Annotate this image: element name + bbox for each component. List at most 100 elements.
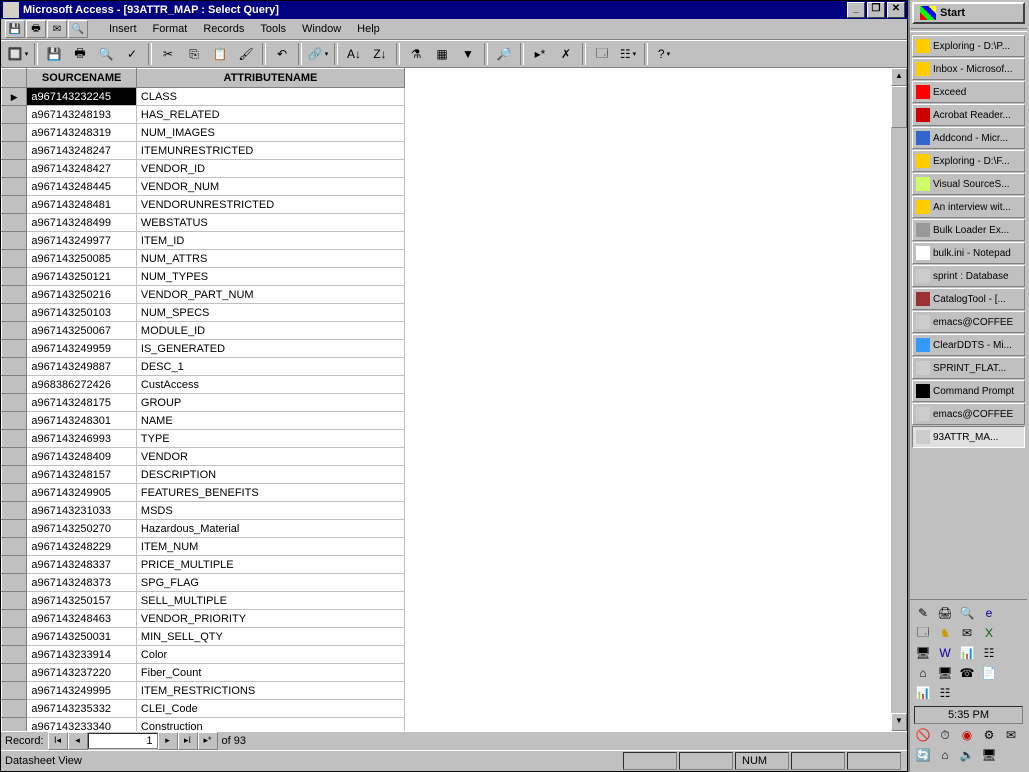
preview-icon[interactable]: 🔍: [68, 20, 88, 38]
tray-icon[interactable]: 📊: [958, 644, 976, 662]
new-record-button[interactable]: ▸*: [528, 42, 552, 66]
cell-attributename[interactable]: Color: [136, 646, 404, 664]
tray-icon[interactable]: ✉: [958, 624, 976, 642]
row-selector[interactable]: [2, 214, 27, 232]
tray-icon[interactable]: X: [980, 624, 998, 642]
tray-icon[interactable]: 🖥: [936, 664, 954, 682]
cell-sourcename[interactable]: a967143248499: [27, 214, 137, 232]
cell-sourcename[interactable]: a967143248463: [27, 610, 137, 628]
taskbar-button[interactable]: sprint : Database: [912, 265, 1025, 287]
cell-sourcename[interactable]: a967143248157: [27, 466, 137, 484]
cell-sourcename[interactable]: a967143250067: [27, 322, 137, 340]
cell-sourcename[interactable]: a967143250157: [27, 592, 137, 610]
cell-attributename[interactable]: NUM_ATTRS: [136, 250, 404, 268]
cell-sourcename[interactable]: a968386272426: [27, 376, 137, 394]
column-header-sourcename[interactable]: SOURCENAME: [27, 69, 137, 88]
menu-records[interactable]: Records: [195, 21, 252, 37]
table-row[interactable]: a967143248463VENDOR_PRIORITY: [2, 610, 405, 628]
table-row[interactable]: a967143246993TYPE: [2, 430, 405, 448]
cell-attributename[interactable]: VENDOR_PART_NUM: [136, 286, 404, 304]
cell-attributename[interactable]: NUM_IMAGES: [136, 124, 404, 142]
close-button[interactable]: ✕: [887, 2, 905, 18]
row-selector[interactable]: [2, 358, 27, 376]
vertical-scrollbar[interactable]: ▲ ▼: [891, 68, 907, 731]
cell-attributename[interactable]: MIN_SELL_QTY: [136, 628, 404, 646]
cell-attributename[interactable]: FEATURES_BENEFITS: [136, 484, 404, 502]
restore-button[interactable]: ❐: [867, 2, 885, 18]
cell-attributename[interactable]: ITEMUNRESTRICTED: [136, 142, 404, 160]
table-row[interactable]: a967143248445VENDOR_NUM: [2, 178, 405, 196]
row-selector[interactable]: ▶: [2, 88, 27, 106]
cell-attributename[interactable]: MODULE_ID: [136, 322, 404, 340]
row-selector[interactable]: [2, 466, 27, 484]
cell-sourcename[interactable]: a967143248175: [27, 394, 137, 412]
cell-sourcename[interactable]: a967143248337: [27, 556, 137, 574]
cell-sourcename[interactable]: a967143248481: [27, 196, 137, 214]
table-row[interactable]: a967143233914Color: [2, 646, 405, 664]
row-selector[interactable]: [2, 592, 27, 610]
table-row[interactable]: a967143248301NAME: [2, 412, 405, 430]
taskbar-button[interactable]: Addcond - Micr...: [912, 127, 1025, 149]
cell-sourcename[interactable]: a967143249905: [27, 484, 137, 502]
cell-attributename[interactable]: VENDOR_NUM: [136, 178, 404, 196]
cell-sourcename[interactable]: a967143249959: [27, 340, 137, 358]
copy-button[interactable]: ⎘: [182, 42, 206, 66]
cell-sourcename[interactable]: a967143232245: [27, 88, 137, 106]
cell-sourcename[interactable]: a967143248409: [27, 448, 137, 466]
taskbar-button[interactable]: CatalogTool - [...: [912, 288, 1025, 310]
row-selector[interactable]: [2, 646, 27, 664]
cell-attributename[interactable]: Construction: [136, 718, 404, 732]
minimize-button[interactable]: _: [847, 2, 865, 18]
row-selector[interactable]: [2, 412, 27, 430]
taskbar-button[interactable]: Bulk Loader Ex...: [912, 219, 1025, 241]
table-row[interactable]: a967143248247ITEMUNRESTRICTED: [2, 142, 405, 160]
tray-icon[interactable]: 🖨: [936, 604, 954, 622]
spelling-button[interactable]: ✓: [120, 42, 144, 66]
row-selector[interactable]: [2, 682, 27, 700]
cell-attributename[interactable]: GROUP: [136, 394, 404, 412]
cell-sourcename[interactable]: a967143231033: [27, 502, 137, 520]
taskbar-button[interactable]: emacs@COFFEE: [912, 311, 1025, 333]
cell-attributename[interactable]: NUM_TYPES: [136, 268, 404, 286]
row-selector[interactable]: [2, 448, 27, 466]
row-selector[interactable]: [2, 520, 27, 538]
cell-attributename[interactable]: DESCRIPTION: [136, 466, 404, 484]
taskbar-button[interactable]: emacs@COFFEE: [912, 403, 1025, 425]
tray-status-icon[interactable]: 🔄: [914, 746, 932, 764]
row-selector[interactable]: [2, 322, 27, 340]
row-selector[interactable]: [2, 502, 27, 520]
table-row[interactable]: a967143248481VENDORUNRESTRICTED: [2, 196, 405, 214]
cell-sourcename[interactable]: a967143235332: [27, 700, 137, 718]
cell-attributename[interactable]: ITEM_ID: [136, 232, 404, 250]
cell-attributename[interactable]: PRICE_MULTIPLE: [136, 556, 404, 574]
tray-icon[interactable]: [1002, 644, 1020, 662]
tray-status-icon[interactable]: 🚫: [914, 726, 932, 744]
menu-format[interactable]: Format: [145, 21, 196, 37]
undo-button[interactable]: ↶: [270, 42, 294, 66]
table-row[interactable]: a967143248319NUM_IMAGES: [2, 124, 405, 142]
tray-status-icon[interactable]: ✉: [1002, 726, 1020, 744]
cell-sourcename[interactable]: a967143248193: [27, 106, 137, 124]
cell-attributename[interactable]: CLASS: [136, 88, 404, 106]
cell-attributename[interactable]: HAS_RELATED: [136, 106, 404, 124]
row-selector[interactable]: [2, 340, 27, 358]
mail-icon[interactable]: ✉: [47, 20, 67, 38]
row-selector[interactable]: [2, 430, 27, 448]
row-selector[interactable]: [2, 160, 27, 178]
table-row[interactable]: a967143250157SELL_MULTIPLE: [2, 592, 405, 610]
cell-sourcename[interactable]: a967143248319: [27, 124, 137, 142]
cell-sourcename[interactable]: a967143249887: [27, 358, 137, 376]
row-selector[interactable]: [2, 628, 27, 646]
tray-icon[interactable]: ♞: [936, 624, 954, 642]
menu-tools[interactable]: Tools: [252, 21, 294, 37]
cell-sourcename[interactable]: a967143233340: [27, 718, 137, 732]
view-button[interactable]: 🔲▾: [6, 42, 30, 66]
cell-sourcename[interactable]: a967143248373: [27, 574, 137, 592]
sort-asc-button[interactable]: A↓: [342, 42, 366, 66]
start-button[interactable]: Start: [912, 2, 1025, 24]
tray-icon[interactable]: W: [936, 644, 954, 662]
row-selector[interactable]: [2, 304, 27, 322]
taskbar-button[interactable]: bulk.ini - Notepad: [912, 242, 1025, 264]
tray-status-icon[interactable]: ◉: [958, 726, 976, 744]
row-selector[interactable]: [2, 484, 27, 502]
